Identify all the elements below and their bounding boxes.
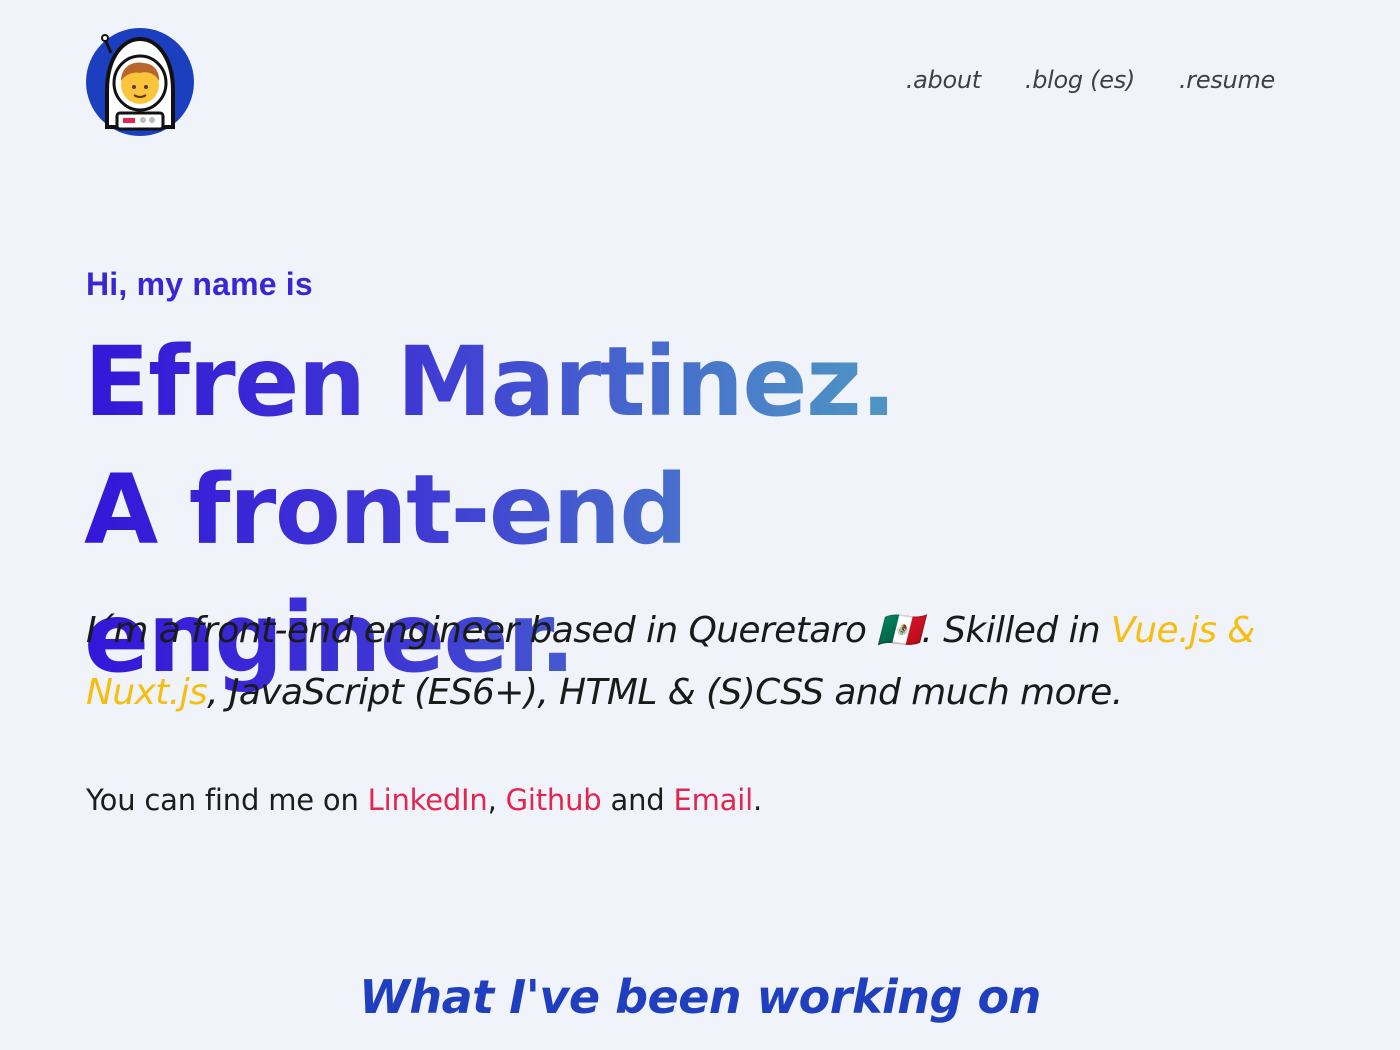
astronaut-icon[interactable] bbox=[85, 27, 195, 137]
page: .about .blog (es) .resume Hi, my name is… bbox=[0, 0, 1400, 1050]
nav-link-about[interactable]: .about bbox=[906, 66, 981, 94]
contact-line: You can find me on LinkedIn, Github and … bbox=[86, 783, 762, 817]
contact-and: and bbox=[601, 783, 674, 817]
intro-paragraph: I´m a front-end engineer based in Queret… bbox=[86, 600, 1286, 724]
section-title-working: What I've been working on bbox=[359, 970, 1041, 1024]
contact-prefix: You can find me on bbox=[86, 783, 368, 817]
mexico-flag-icon: 🇲🇽 bbox=[877, 610, 922, 651]
hero-name: Efren Martinez. bbox=[84, 318, 1204, 446]
main-nav: .about .blog (es) .resume bbox=[906, 66, 1275, 94]
intro-text-2: . Skilled in bbox=[921, 610, 1111, 651]
github-link[interactable]: Github bbox=[506, 783, 602, 817]
email-link[interactable]: Email bbox=[674, 783, 754, 817]
nav-link-resume[interactable]: .resume bbox=[1179, 66, 1275, 94]
linkedin-link[interactable]: LinkedIn bbox=[368, 783, 488, 817]
contact-suffix: . bbox=[752, 783, 762, 817]
intro-text-1: I´m a front-end engineer based in Queret… bbox=[86, 610, 878, 651]
contact-comma: , bbox=[487, 783, 506, 817]
nav-link-blog[interactable]: .blog (es) bbox=[1025, 66, 1135, 94]
intro-text-3: , JavaScript (ES6+), HTML & (S)CSS and m… bbox=[207, 672, 1123, 713]
greeting-text: Hi, my name is bbox=[86, 266, 313, 302]
